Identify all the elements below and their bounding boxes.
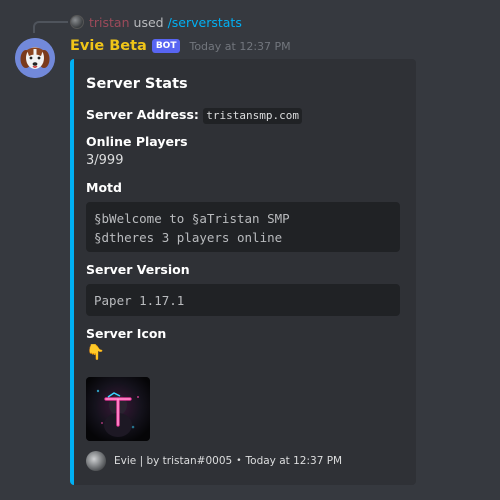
server-version-value: Paper 1.17.1 [94, 293, 185, 308]
message-header: Evie Beta BOT Today at 12:37 PM [70, 36, 291, 56]
neon-t-logo-icon [86, 377, 150, 441]
pointing-down-icon: 👇 [86, 343, 105, 361]
server-address-colon: : [193, 107, 199, 122]
server-address-label: Server Address [86, 107, 194, 122]
reply-command[interactable]: /serverstats [168, 15, 242, 30]
reply-reference[interactable]: tristan used /serverstats [70, 13, 242, 31]
footer-separator: • [236, 456, 242, 466]
motd-label: Motd [86, 180, 122, 195]
server-version-label: Server Version [86, 262, 190, 277]
embed-title: Server Stats [86, 76, 188, 92]
message-timestamp[interactable]: Today at 12:37 PM [189, 40, 290, 53]
dog-avatar-icon [15, 38, 55, 78]
server-version-code-block: Paper 1.17.1 [86, 284, 400, 316]
author-name[interactable]: Evie Beta [70, 38, 147, 54]
server-address-field: Server Address: tristansmp.com [86, 107, 302, 124]
embed-footer: Evie | by tristan#0005 • Today at 12:37 … [86, 451, 342, 471]
online-players-label: Online Players [86, 134, 188, 149]
online-players-value: 3/999 [86, 153, 124, 168]
server-icon-image[interactable] [86, 377, 150, 441]
reply-username[interactable]: tristan [89, 15, 130, 30]
embed-card: Server Stats Server Address: tristansmp.… [70, 59, 416, 485]
motd-code-block: §bWelcome to §aTristan SMP §dtheres 3 pla… [86, 202, 400, 252]
footer-text: Evie | by tristan#0005 [114, 455, 233, 467]
server-address-value: tristansmp.com [203, 108, 302, 124]
reply-avatar-icon[interactable] [70, 15, 84, 29]
bot-avatar-icon[interactable] [15, 38, 55, 78]
bot-badge: BOT [151, 39, 181, 53]
reply-connector [33, 21, 68, 33]
server-icon-label: Server Icon [86, 326, 167, 341]
motd-line-2: §dtheres 3 players online [94, 230, 283, 245]
motd-line-1: §bWelcome to §aTristan SMP [94, 211, 290, 226]
footer-avatar-icon [86, 451, 106, 471]
footer-timestamp: Today at 12:37 PM [245, 455, 343, 467]
reply-used-text: used [133, 14, 164, 30]
